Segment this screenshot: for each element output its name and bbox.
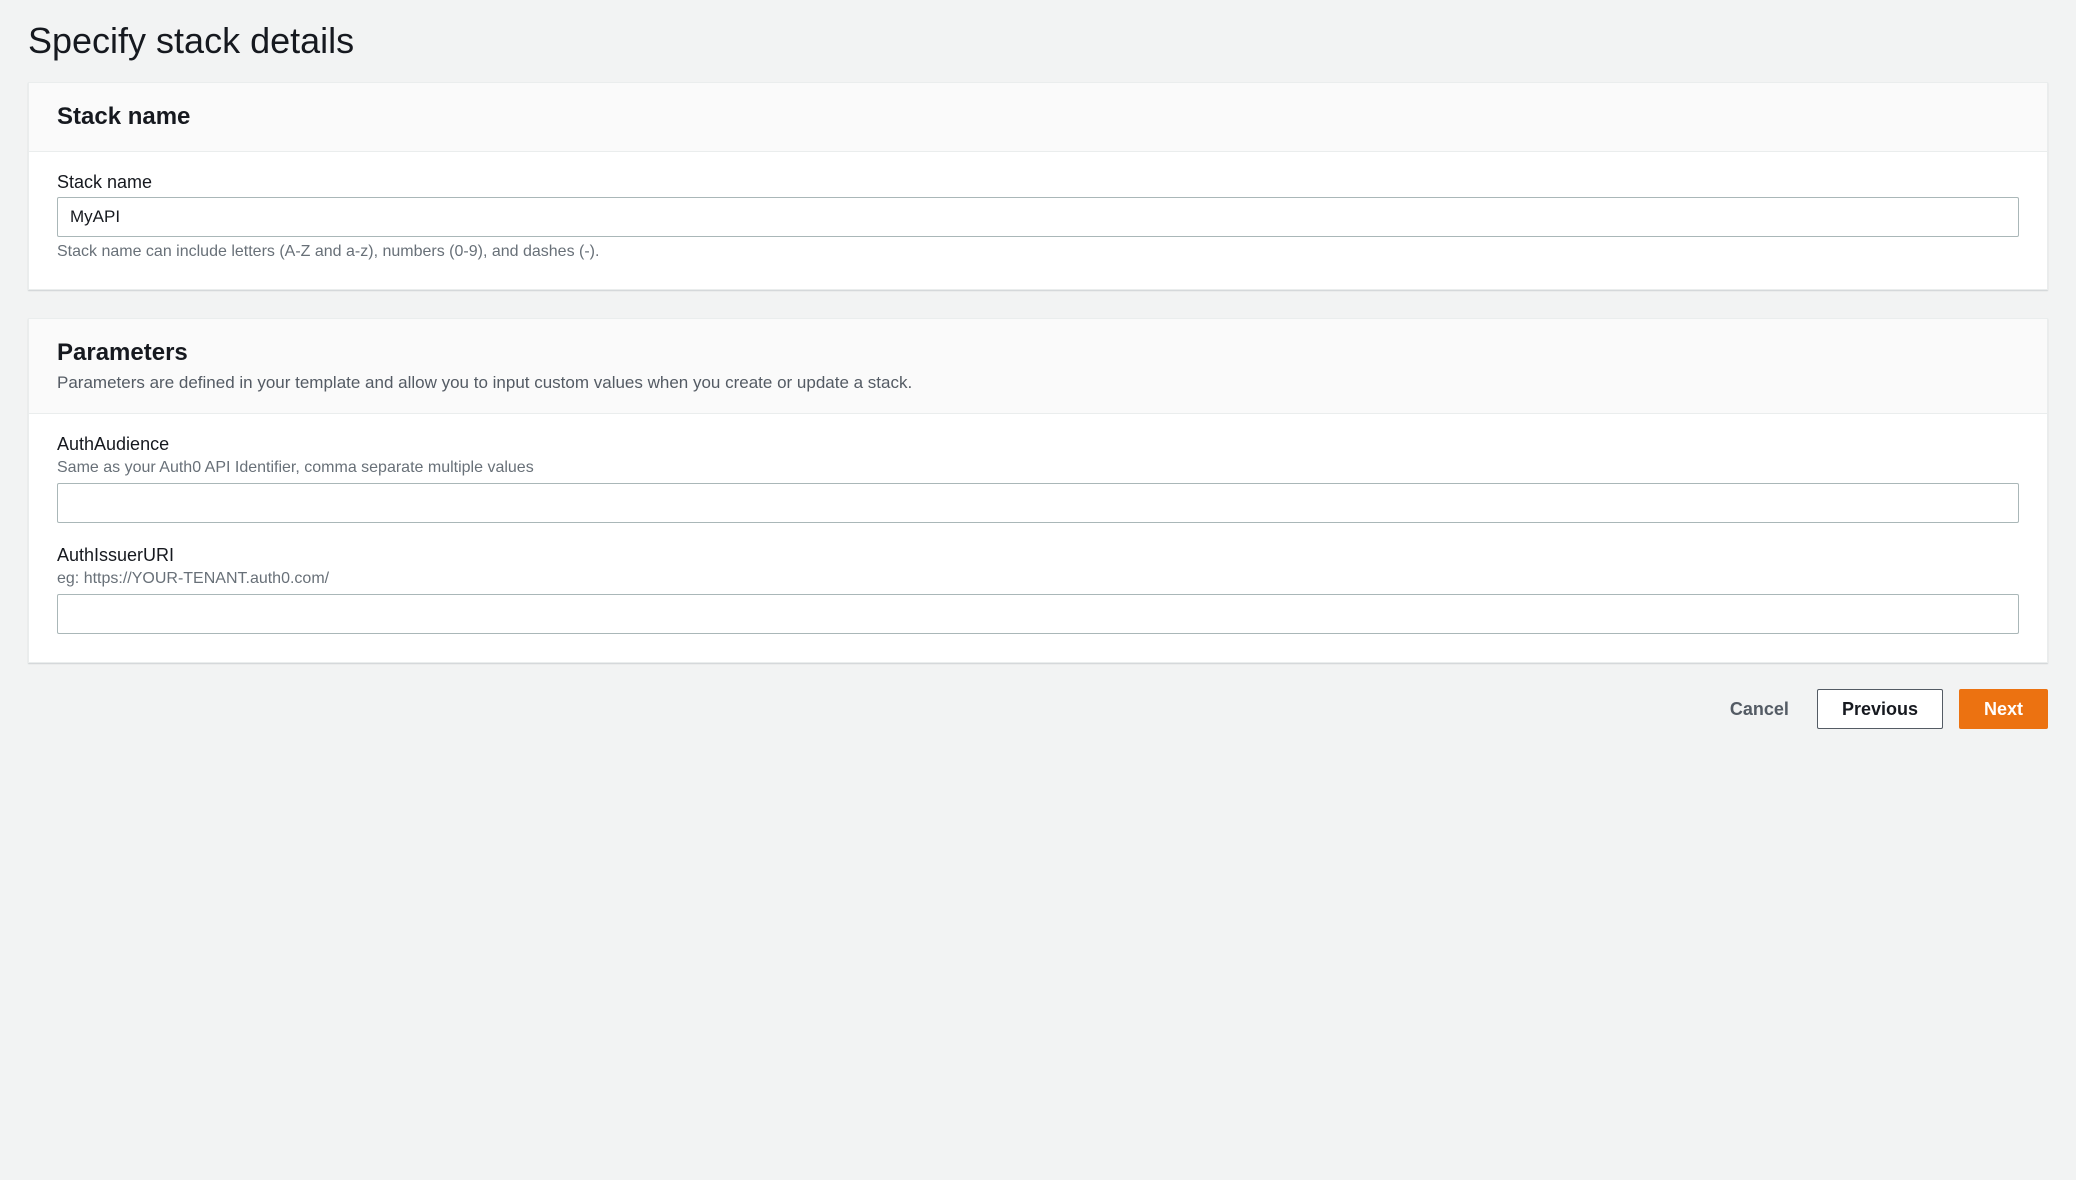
- auth-issuer-uri-description: eg: https://YOUR-TENANT.auth0.com/: [57, 570, 2019, 588]
- auth-issuer-uri-label: AuthIssuerURI: [57, 545, 2019, 566]
- stack-name-field: Stack name Stack name can include letter…: [57, 172, 2019, 261]
- stack-name-panel-body: Stack name Stack name can include letter…: [29, 152, 2047, 289]
- auth-issuer-uri-input[interactable]: [57, 594, 2019, 634]
- stack-name-panel-header: Stack name: [29, 83, 2047, 152]
- auth-issuer-uri-field: AuthIssuerURI eg: https://YOUR-TENANT.au…: [57, 545, 2019, 634]
- auth-audience-field: AuthAudience Same as your Auth0 API Iden…: [57, 434, 2019, 523]
- auth-audience-label: AuthAudience: [57, 434, 2019, 455]
- previous-button[interactable]: Previous: [1817, 689, 1943, 729]
- button-row: Cancel Previous Next: [28, 689, 2048, 729]
- stack-name-panel: Stack name Stack name Stack name can inc…: [28, 82, 2048, 290]
- parameters-description: Parameters are defined in your template …: [57, 373, 2019, 393]
- parameters-panel: Parameters Parameters are defined in you…: [28, 318, 2048, 663]
- auth-audience-input[interactable]: [57, 483, 2019, 523]
- parameters-panel-body: AuthAudience Same as your Auth0 API Iden…: [29, 414, 2047, 662]
- stack-name-hint: Stack name can include letters (A-Z and …: [57, 243, 2019, 261]
- parameters-heading: Parameters: [57, 339, 2019, 367]
- stack-name-heading: Stack name: [57, 103, 2019, 131]
- auth-audience-description: Same as your Auth0 API Identifier, comma…: [57, 459, 2019, 477]
- parameters-panel-header: Parameters Parameters are defined in you…: [29, 319, 2047, 414]
- stack-name-label: Stack name: [57, 172, 2019, 193]
- page-title: Specify stack details: [28, 20, 2048, 62]
- cancel-button[interactable]: Cancel: [1718, 689, 1801, 729]
- next-button[interactable]: Next: [1959, 689, 2048, 729]
- stack-name-input[interactable]: [57, 197, 2019, 237]
